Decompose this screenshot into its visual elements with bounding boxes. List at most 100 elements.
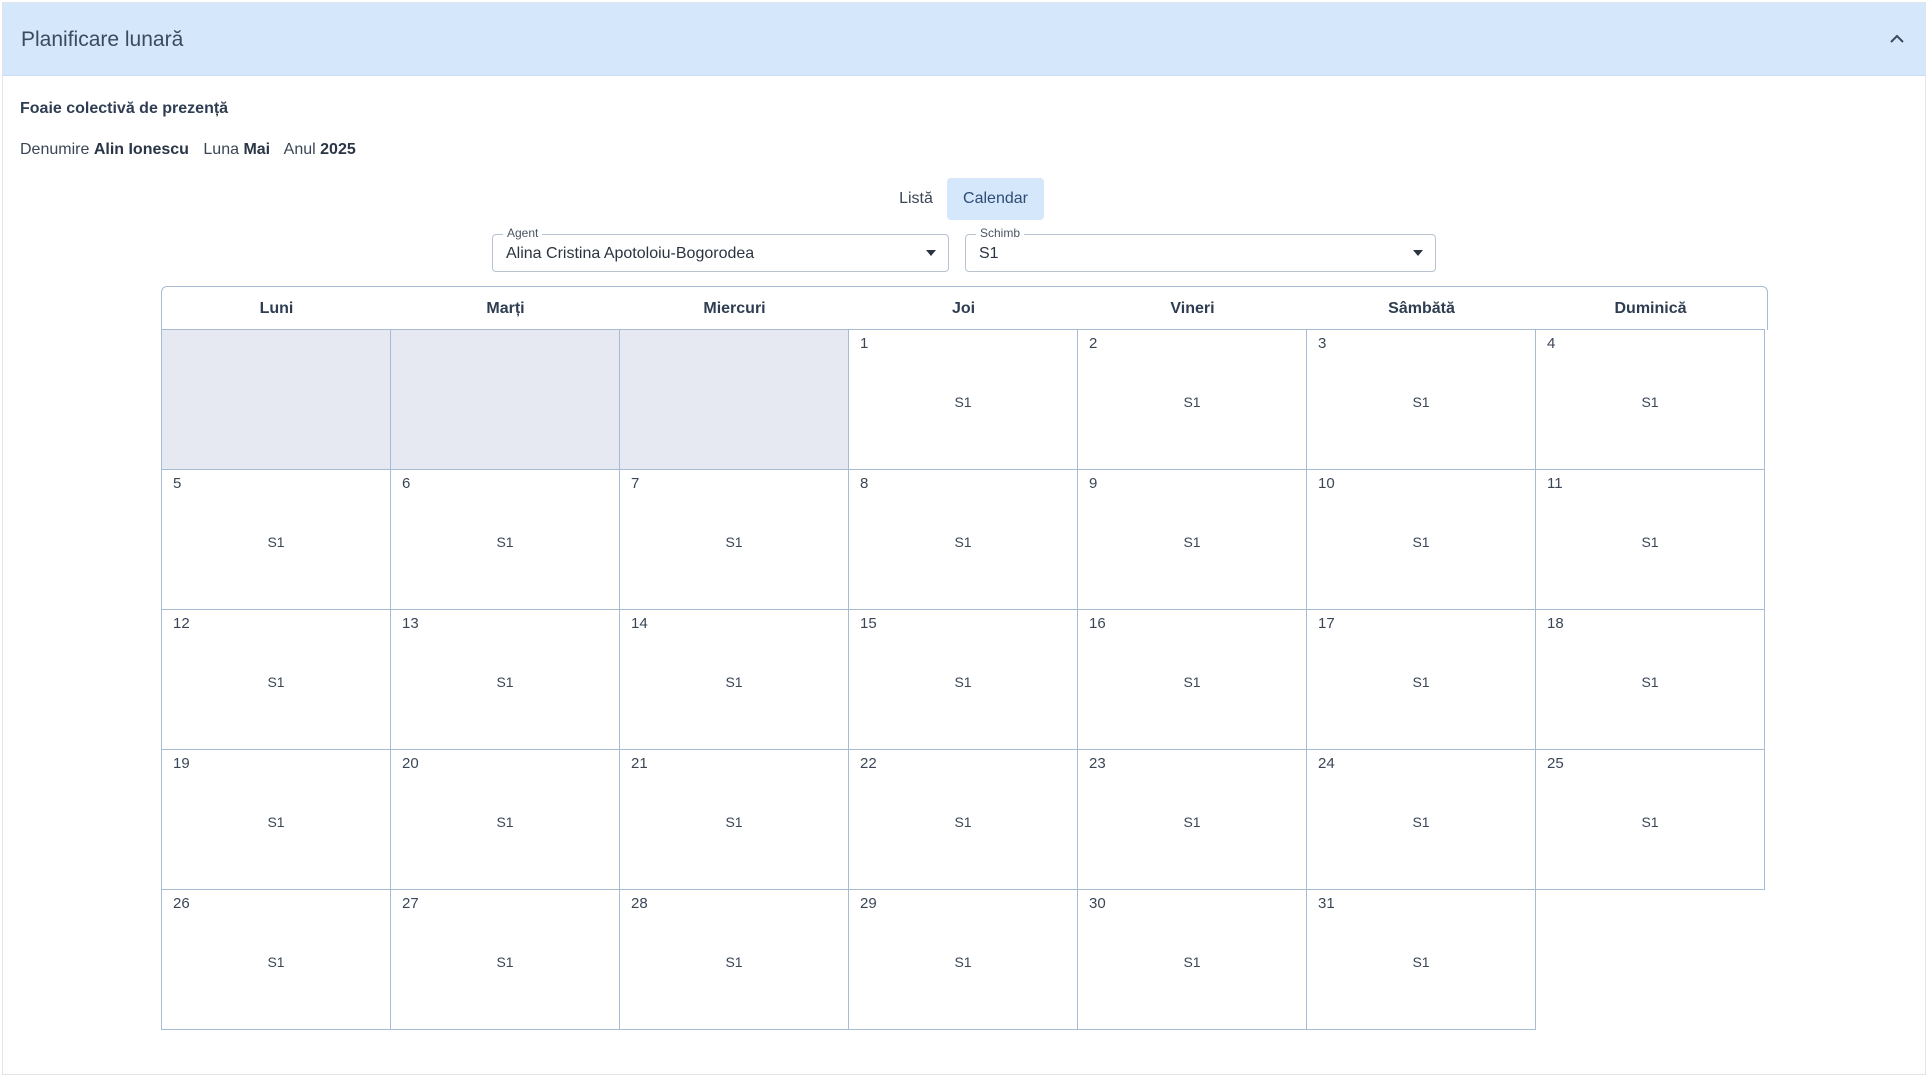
day-shift: S1 [954,954,972,970]
day-cell[interactable]: 2 S1 [1077,329,1307,470]
agent-label: Agent [503,226,543,240]
day-shift: S1 [1412,534,1430,550]
day-number: 6 [402,475,411,492]
day-number: 30 [1089,895,1106,912]
day-cell[interactable]: 26 S1 [161,889,391,1030]
day-shift: S1 [1183,814,1201,830]
day-number: 22 [860,755,877,772]
day-number: 24 [1318,755,1335,772]
day-cell[interactable]: 19 S1 [161,749,391,890]
day-shift: S1 [954,394,972,410]
day-shift: S1 [954,534,972,550]
day-cell[interactable]: 12 S1 [161,609,391,750]
day-number: 16 [1089,615,1106,632]
weekday-header: Joi [951,300,976,317]
day-number: 3 [1318,335,1327,352]
day-number: 14 [631,615,648,632]
day-cell[interactable]: 31 S1 [1306,889,1536,1030]
day-shift: S1 [267,674,285,690]
name-label: Denumire [20,141,90,158]
day-cell[interactable]: 28 S1 [619,889,849,1030]
weekday-header: Vineri [1170,300,1215,317]
day-cell[interactable]: 5 S1 [161,469,391,610]
shift-value: S1 [979,245,999,262]
day-cell[interactable]: 21 S1 [619,749,849,890]
day-number: 12 [173,615,190,632]
day-number: 8 [860,475,869,492]
name-value: Alin Ionescu [93,141,189,158]
day-cell[interactable]: 8 S1 [848,469,1078,610]
weekday-header: Miercuri [703,300,766,317]
day-cell[interactable]: 15 S1 [848,609,1078,750]
weekday-header: Duminică [1614,300,1687,317]
day-number: 4 [1547,335,1556,352]
day-shift: S1 [1641,674,1659,690]
weekday-header: Marți [486,300,525,317]
day-cell[interactable]: 25 S1 [1535,749,1765,890]
day-cell[interactable]: 1 S1 [848,329,1078,470]
day-shift: S1 [496,814,514,830]
day-cell[interactable]: 10 S1 [1306,469,1536,610]
day-cell[interactable]: 27 S1 [390,889,620,1030]
day-cell[interactable]: 17 S1 [1306,609,1536,750]
caret-down-icon[interactable] [926,250,936,256]
day-cell[interactable]: 24 S1 [1306,749,1536,890]
month-value: Mai [243,141,271,158]
day-shift: S1 [725,954,743,970]
section-title: Foaie colectivă de prezență [20,100,229,117]
day-cell[interactable]: 7 S1 [619,469,849,610]
chevron-up-icon[interactable] [1887,29,1907,49]
panel-header[interactable]: Planificare lunară [3,3,1925,76]
day-cell[interactable]: 23 S1 [1077,749,1307,890]
empty-day-cell [390,329,620,470]
day-cell[interactable]: 29 S1 [848,889,1078,1030]
day-number: 20 [402,755,419,772]
day-number: 5 [173,475,182,492]
day-cell[interactable]: 18 S1 [1535,609,1765,750]
panel-title: Planificare lunară [21,28,184,51]
day-number: 1 [860,335,869,352]
day-number: 10 [1318,475,1335,492]
day-number: 21 [631,755,648,772]
day-cell[interactable]: 20 S1 [390,749,620,890]
day-cell[interactable]: 4 S1 [1535,329,1765,470]
day-number: 2 [1089,335,1098,352]
day-shift: S1 [496,534,514,550]
day-shift: S1 [267,534,285,550]
day-cell[interactable]: 9 S1 [1077,469,1307,610]
day-number: 11 [1547,475,1563,492]
day-shift: S1 [496,674,514,690]
day-shift: S1 [954,814,972,830]
shift-select[interactable]: Schimb S1 [965,226,1436,272]
day-cell[interactable]: 3 S1 [1306,329,1536,470]
day-number: 28 [631,895,648,912]
weekday-header: Luni [259,300,294,317]
day-cell[interactable]: 14 S1 [619,609,849,750]
day-shift: S1 [1641,394,1659,410]
day-shift: S1 [725,534,743,550]
day-shift: S1 [1412,674,1430,690]
day-shift: S1 [1412,814,1430,830]
day-shift: S1 [1641,814,1659,830]
day-shift: S1 [1412,394,1430,410]
calendar-view-button[interactable]: Calendar [947,178,1044,220]
empty-day-cell [619,329,849,470]
day-shift: S1 [1641,534,1659,550]
agent-select[interactable]: Agent Alina Cristina Apotoloiu-Bogorodea [492,226,949,272]
day-cell[interactable]: 6 S1 [390,469,620,610]
shift-label: Schimb [976,226,1025,240]
day-cell[interactable]: 16 S1 [1077,609,1307,750]
list-view-button[interactable]: Listă [890,179,942,219]
agent-value: Alina Cristina Apotoloiu-Bogorodea [506,245,755,262]
month-label: Luna [203,141,239,158]
day-number: 19 [173,755,190,772]
day-cell[interactable]: 22 S1 [848,749,1078,890]
day-number: 26 [173,895,190,912]
day-number: 13 [402,615,419,632]
caret-down-icon[interactable] [1413,250,1423,256]
day-shift: S1 [1412,954,1430,970]
day-cell[interactable]: 11 S1 [1535,469,1765,610]
day-shift: S1 [1183,674,1201,690]
day-cell[interactable]: 30 S1 [1077,889,1307,1030]
day-cell[interactable]: 13 S1 [390,609,620,750]
